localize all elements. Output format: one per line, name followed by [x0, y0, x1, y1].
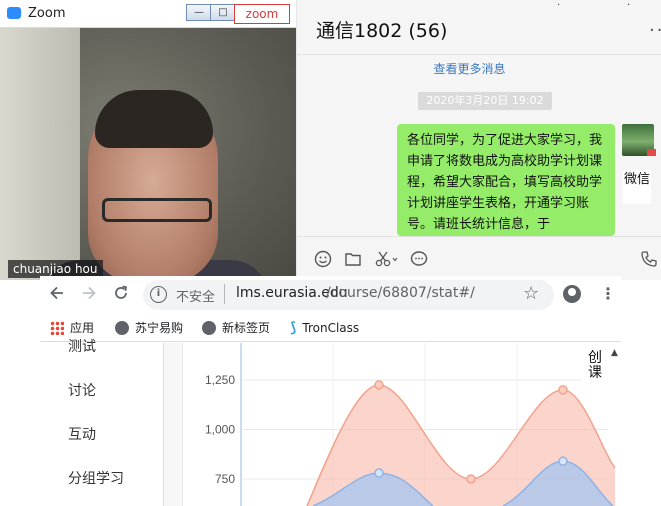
- sidebar-item-test[interactable]: 测试: [68, 336, 96, 356]
- folder-icon[interactable]: [343, 250, 363, 270]
- chat-bubble-icon[interactable]: [409, 250, 429, 270]
- bookmark-label: 应用: [70, 321, 95, 335]
- zoom-window: Zoom — □ zoom chuanjiao hou: [0, 0, 296, 280]
- chart-svg: 1,250 1,000 750: [205, 343, 616, 506]
- sidebar-item-discussion[interactable]: 讨论: [68, 380, 96, 400]
- series-point-1: [558, 385, 568, 395]
- bookmark-apps[interactable]: 应用: [50, 320, 94, 336]
- tronclass-icon: ⟆: [290, 320, 297, 336]
- wechat-side-label: 微信: [623, 170, 651, 204]
- bookmark-tronclass[interactable]: ⟆ TronClass: [290, 320, 359, 336]
- header-divider: [297, 54, 661, 55]
- not-secure-label[interactable]: 不安全: [176, 286, 215, 305]
- input-divider: [297, 236, 661, 237]
- back-arrow-icon[interactable]: [47, 284, 67, 304]
- zoom-titlebar: Zoom — □ zoom: [0, 0, 296, 28]
- scissors-icon[interactable]: [373, 250, 401, 270]
- message-bubble[interactable]: 各位同学，为了促进大家学习，我申请了将数电成为高校助学计划课程，希望大家配合，填…: [397, 124, 615, 236]
- more-options-icon[interactable]: ··: [649, 20, 661, 41]
- apps-icon: [50, 321, 64, 335]
- avatar-flag-icon: [647, 149, 656, 156]
- url-path[interactable]: /course/68807/stat#/: [326, 285, 475, 301]
- person-hair: [95, 90, 213, 148]
- minimize-button[interactable]: —: [186, 4, 212, 21]
- toolbar: i 不安全 lms.eurasia.edu /course/68807/stat…: [40, 276, 621, 314]
- series-point-1: [466, 474, 476, 484]
- y-tick-label: 1,000: [205, 423, 235, 437]
- wechat-window: · · 通信1802 (56) ·· 查看更多消息 2020年3月20日 19:…: [296, 0, 661, 280]
- profile-avatar-icon[interactable]: [563, 285, 581, 303]
- video-feed: [0, 28, 296, 280]
- emoji-icon[interactable]: [313, 250, 333, 270]
- reload-icon[interactable]: [111, 284, 131, 304]
- bookmark-label: TronClass: [302, 321, 360, 335]
- bookmark-label: 苏宁易购: [135, 321, 184, 335]
- course-sidebar: 测试 讨论 互动 分组学习: [40, 339, 164, 506]
- person-glasses: [102, 198, 212, 222]
- info-icon[interactable]: i: [150, 286, 167, 303]
- sidebar-item-interaction[interactable]: 互动: [68, 424, 96, 444]
- forward-arrow-icon[interactable]: [79, 284, 99, 304]
- bookmark-new-tab[interactable]: 新标签页: [202, 320, 270, 336]
- bookmark-label: 新标签页: [222, 321, 271, 335]
- chat-title: 通信1802 (56): [316, 20, 448, 42]
- url-separator: [224, 284, 225, 304]
- scroll-up-arrow-icon[interactable]: ▲: [611, 348, 618, 358]
- bookmark-suning[interactable]: 苏宁易购: [115, 320, 183, 336]
- bookmark-star-icon[interactable]: ☆: [523, 283, 539, 304]
- sidebar-item-group-learning[interactable]: 分组学习: [68, 468, 124, 488]
- message-timestamp: 2020年3月20日 19:02: [418, 92, 552, 110]
- zoom-logo-icon: [7, 7, 22, 19]
- maximize-button[interactable]: □: [210, 4, 236, 21]
- globe-icon: [115, 321, 129, 335]
- phone-icon[interactable]: [639, 250, 659, 270]
- window-control-icon[interactable]: ·: [557, 0, 560, 11]
- menu-kebab-icon[interactable]: ⋮: [600, 284, 616, 303]
- stat-chart: 1,250 1,000 750: [182, 343, 621, 506]
- zoom-label: zoom: [234, 4, 290, 24]
- chuangke-badge: 创课: [582, 348, 608, 384]
- zoom-window-title: Zoom: [28, 6, 66, 21]
- y-tick-label: 750: [215, 472, 235, 486]
- series-point-2: [374, 468, 384, 478]
- y-tick-label: 1,250: [205, 373, 235, 387]
- browser-window: i 不安全 lms.eurasia.edu /course/68807/stat…: [40, 276, 621, 506]
- background-door: [0, 28, 80, 280]
- globe-icon: [202, 321, 216, 335]
- series-point-2: [558, 456, 568, 466]
- view-more-messages-link[interactable]: 查看更多消息: [297, 60, 642, 77]
- series-point-1: [374, 380, 384, 390]
- window-control-icon[interactable]: ·: [627, 0, 630, 11]
